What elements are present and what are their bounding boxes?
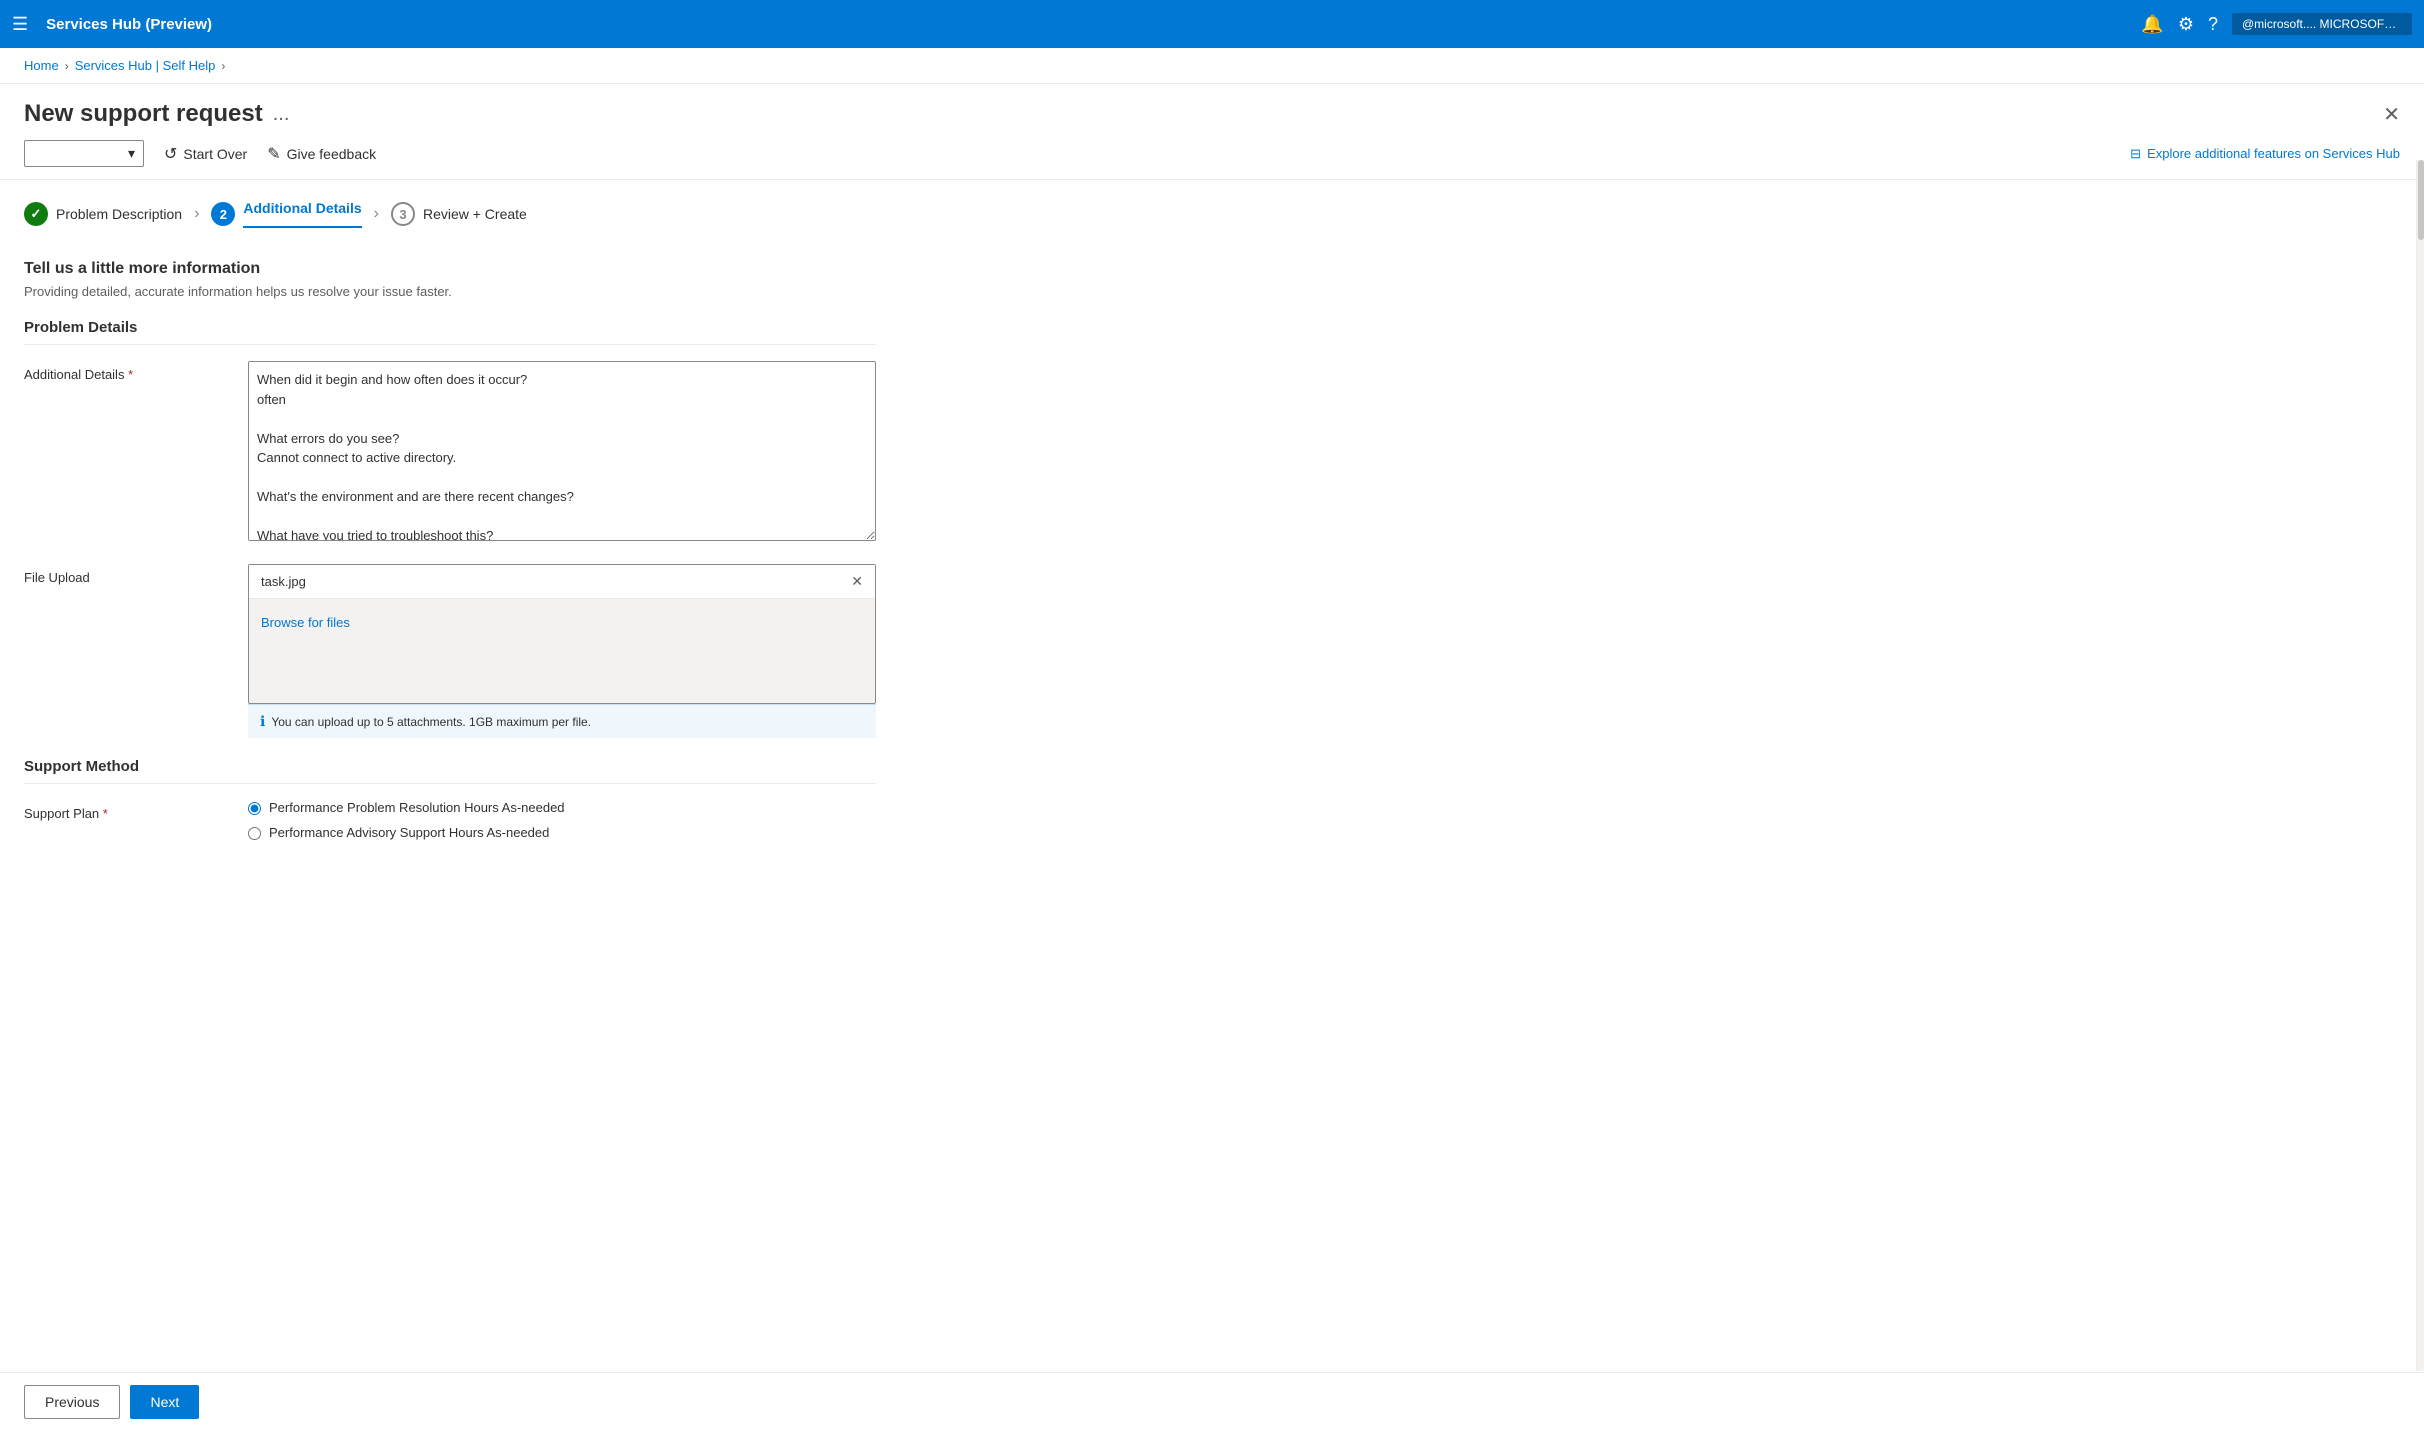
help-icon[interactable]: ? (2208, 14, 2218, 35)
close-button[interactable]: ✕ (2383, 102, 2400, 127)
toolbar: ▾ ↺ Start Over ✎ Give feedback ⊟ Explore… (0, 128, 2424, 180)
scrollbar[interactable] (2416, 160, 2424, 1371)
section-subtitle: Providing detailed, accurate information… (24, 284, 876, 299)
support-plan-row: Support Plan * Performance Problem Resol… (24, 800, 876, 850)
start-over-label: Start Over (183, 146, 247, 162)
problem-details-header: Problem Details (24, 319, 876, 345)
breadcrumb-selfhelp[interactable]: Services Hub | Self Help (75, 58, 216, 73)
page-title-dots[interactable]: ... (273, 103, 290, 126)
gear-icon[interactable]: ⚙ (2178, 14, 2194, 35)
file-upload-box[interactable]: task.jpg ✕ Browse for files (248, 564, 876, 704)
step-3-label: Review + Create (423, 206, 527, 222)
additional-details-control (248, 361, 876, 544)
file-info: ℹ You can upload up to 5 attachments. 1G… (248, 704, 876, 738)
breadcrumb-home[interactable]: Home (24, 58, 59, 73)
start-over-button[interactable]: ↺ Start Over (164, 144, 247, 164)
breadcrumb-sep-2: › (221, 59, 225, 73)
file-upload-label: File Upload (24, 564, 224, 738)
refresh-icon: ↺ (164, 144, 177, 164)
radio-proactive-advisory[interactable] (248, 827, 261, 840)
additional-details-label: Additional Details * (24, 361, 224, 544)
give-feedback-button[interactable]: ✎ Give feedback (267, 144, 376, 164)
main-content: Tell us a little more information Provid… (0, 240, 900, 890)
previous-button[interactable]: Previous (24, 1385, 120, 1419)
support-plan-label: Support Plan * (24, 800, 224, 850)
support-plan-options: Performance Problem Resolution Hours As-… (248, 800, 876, 850)
toolbar-dropdown[interactable]: ▾ (24, 140, 144, 167)
bell-icon[interactable]: 🔔 (2141, 14, 2163, 35)
app-title: Services Hub (Preview) (46, 16, 2131, 33)
top-bar-icons: 🔔 ⚙ ? @microsoft.... MICROSOFT (MICROSOF… (2141, 13, 2412, 35)
page-header: New support request ... ✕ (0, 84, 2424, 128)
step-sep-2: › (374, 205, 379, 235)
step-problem-description[interactable]: ✓ Problem Description (24, 202, 182, 238)
scroll-thumb[interactable] (2418, 160, 2424, 240)
explore-icon: ⊟ (2130, 146, 2141, 162)
step-3-circle: 3 (391, 202, 415, 226)
radio-option-2: Performance Advisory Support Hours As-ne… (248, 825, 876, 840)
additional-details-textarea[interactable] (248, 361, 876, 541)
next-button[interactable]: Next (130, 1385, 199, 1419)
file-upload-control: task.jpg ✕ Browse for files ℹ You can up… (248, 564, 876, 738)
explore-label: Explore additional features on Services … (2147, 146, 2400, 161)
required-indicator: * (128, 367, 133, 382)
file-item: task.jpg ✕ (249, 565, 875, 599)
top-bar: ☰ Services Hub (Preview) 🔔 ⚙ ? @microsof… (0, 0, 2424, 48)
step-review-create[interactable]: 3 Review + Create (391, 202, 527, 238)
radio-proactive-advisory-label: Performance Advisory Support Hours As-ne… (269, 825, 549, 840)
radio-perf-resolution-label: Performance Problem Resolution Hours As-… (269, 800, 565, 815)
page-title: New support request (24, 100, 263, 128)
steps-nav: ✓ Problem Description › 2 Additional Det… (0, 180, 2424, 240)
breadcrumb-sep-1: › (65, 59, 69, 73)
file-remove-button[interactable]: ✕ (851, 573, 863, 590)
bottom-nav: Previous Next (0, 1372, 2424, 1431)
file-upload-row: File Upload task.jpg ✕ Browse for files … (24, 564, 876, 738)
support-plan-required: * (103, 806, 108, 821)
radio-perf-resolution[interactable] (248, 802, 261, 815)
step-2-label: Additional Details (243, 200, 361, 228)
info-icon: ℹ (260, 713, 265, 730)
browse-for-files-link[interactable]: Browse for files (261, 615, 350, 630)
hamburger-icon[interactable]: ☰ (12, 14, 28, 35)
breadcrumb: Home › Services Hub | Self Help › (0, 48, 2424, 84)
file-info-text: You can upload up to 5 attachments. 1GB … (271, 715, 591, 729)
feedback-icon: ✎ (267, 144, 280, 164)
user-account[interactable]: @microsoft.... MICROSOFT (MICROSOFT.ONMI… (2232, 13, 2412, 35)
additional-details-row: Additional Details * (24, 361, 876, 544)
explore-features-link[interactable]: ⊟ Explore additional features on Service… (2130, 146, 2400, 162)
feedback-label: Give feedback (287, 146, 377, 162)
dropdown-chevron-icon: ▾ (128, 145, 135, 162)
step-sep-1: › (194, 205, 199, 235)
support-method-header: Support Method (24, 758, 876, 784)
file-browse-area: Browse for files (249, 599, 875, 642)
file-name: task.jpg (261, 574, 306, 589)
radio-option-1: Performance Problem Resolution Hours As-… (248, 800, 876, 815)
step-1-label: Problem Description (56, 206, 182, 222)
step-additional-details[interactable]: 2 Additional Details (211, 200, 361, 240)
step-1-circle: ✓ (24, 202, 48, 226)
dropdown-box[interactable]: ▾ (24, 140, 144, 167)
step-2-circle: 2 (211, 202, 235, 226)
section-title: Tell us a little more information (24, 260, 876, 278)
